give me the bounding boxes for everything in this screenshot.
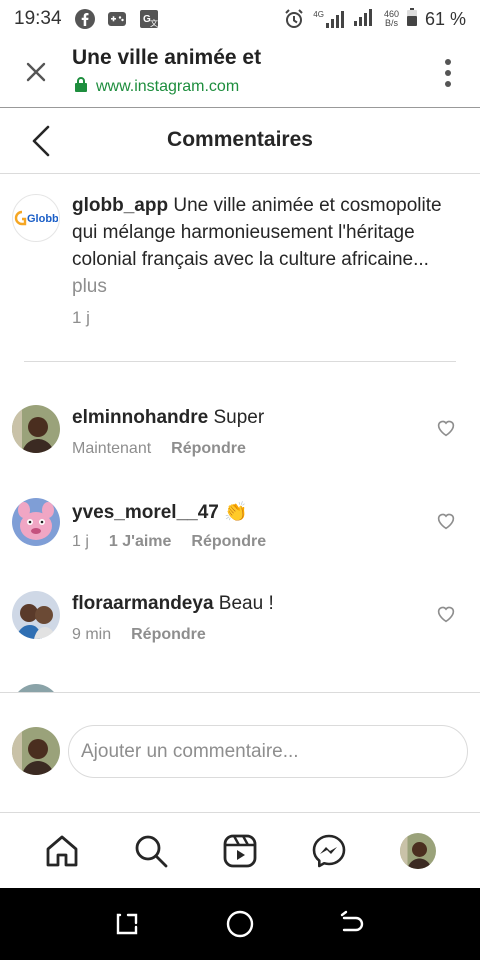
close-icon[interactable]	[22, 58, 50, 86]
avatar[interactable]	[12, 405, 60, 453]
avatar	[12, 727, 60, 775]
bottom-navigation	[0, 813, 480, 888]
comment-body: Super	[213, 407, 265, 428]
clap-emoji: 👏	[224, 501, 248, 523]
comment-input[interactable]	[68, 725, 468, 778]
recent-apps-icon[interactable]	[107, 904, 147, 944]
lock-icon	[74, 76, 88, 97]
reels-icon[interactable]	[220, 831, 260, 871]
facebook-icon	[74, 8, 96, 30]
network-speed: 460 B/s	[383, 9, 399, 28]
globb-logo-icon: Globb	[14, 210, 58, 226]
svg-text:文: 文	[150, 18, 158, 28]
comments-header: Commentaires	[0, 108, 480, 174]
status-system-icons: 4G 460 B/s 61 %	[283, 7, 466, 31]
heart-icon[interactable]	[436, 605, 456, 623]
status-bar: 19:34 G文 4G 460 B/s 61 %	[0, 0, 480, 38]
comment-body: Beau !	[218, 593, 274, 614]
more-options-icon[interactable]	[444, 58, 452, 88]
comment-item: elminnohandre Super Maintenant Répondre	[0, 405, 480, 485]
caption-timestamp: 1 j	[72, 308, 90, 327]
comment-text-line: floraarmandeya Beau !	[72, 593, 274, 615]
home-icon[interactable]	[42, 831, 82, 871]
comment-username[interactable]: yves_morel__47	[72, 502, 219, 523]
home-button-icon[interactable]	[220, 904, 260, 944]
comment-text-line: yves_morel__47 👏	[72, 500, 248, 524]
browser-url: www.instagram.com	[96, 77, 240, 95]
comment-timestamp: 9 min	[72, 626, 112, 643]
heart-icon[interactable]	[436, 512, 456, 530]
battery-icon	[406, 7, 417, 31]
browser-url-row[interactable]: www.instagram.com	[74, 76, 239, 97]
avatar[interactable]	[12, 591, 60, 639]
comment-meta: 1 j 1 J'aime Répondre	[72, 533, 266, 551]
gamepad-icon	[106, 8, 128, 30]
browser-toolbar: Une ville animée et www.instagram.com	[0, 38, 480, 108]
network-type: 4G	[313, 10, 324, 19]
comment-username[interactable]: elminnohandre	[72, 407, 208, 428]
system-navigation-bar	[0, 888, 480, 960]
battery-percent: 61 %	[424, 8, 466, 29]
caption-avatar[interactable]: Globb	[12, 194, 60, 242]
status-time: 19:34	[14, 8, 62, 29]
back-button-icon[interactable]	[333, 904, 373, 944]
reply-button[interactable]: Répondre	[131, 626, 206, 644]
comment-timestamp: Maintenant	[72, 440, 152, 457]
avatar	[399, 832, 436, 869]
caption-text: globb_app Une ville animée et cosmopolit…	[72, 192, 472, 300]
comment-meta: 9 min Répondre	[72, 626, 206, 644]
profile-avatar[interactable]	[398, 831, 438, 871]
translate-icon: G文	[138, 8, 160, 30]
comment-composer	[0, 692, 480, 813]
reply-button[interactable]: Répondre	[191, 533, 266, 551]
comment-username[interactable]: floraarmandeya	[72, 593, 214, 614]
comment-item: floraarmandeya Beau ! 9 min Répondre	[0, 591, 480, 671]
heart-icon[interactable]	[436, 419, 456, 437]
alarm-icon	[283, 8, 305, 30]
comment-text-line: elminnohandre Super	[72, 407, 264, 429]
page-title: Commentaires	[167, 128, 313, 151]
signal-icon: 4G	[313, 10, 346, 28]
likes-count[interactable]: 1 J'aime	[109, 533, 172, 551]
comment-item: yves_morel__47 👏 1 j 1 J'aime Répondre	[0, 498, 480, 578]
reply-button[interactable]: Répondre	[171, 440, 246, 458]
caption-more-link[interactable]: plus	[72, 273, 472, 300]
partial-comment-avatar	[12, 684, 60, 692]
status-notification-icons: G文	[74, 8, 160, 30]
signal-icon-2	[353, 8, 376, 31]
comment-timestamp: 1 j	[72, 533, 89, 550]
avatar[interactable]	[12, 498, 60, 546]
globb-logo-text: Globb	[27, 213, 58, 225]
caption-divider	[24, 361, 456, 362]
comment-meta: Maintenant Répondre	[72, 440, 246, 458]
search-icon[interactable]	[131, 831, 171, 871]
browser-page-title: Une ville animée et	[72, 46, 262, 69]
messenger-icon[interactable]	[309, 831, 349, 871]
caption-username[interactable]: globb_app	[72, 195, 168, 216]
